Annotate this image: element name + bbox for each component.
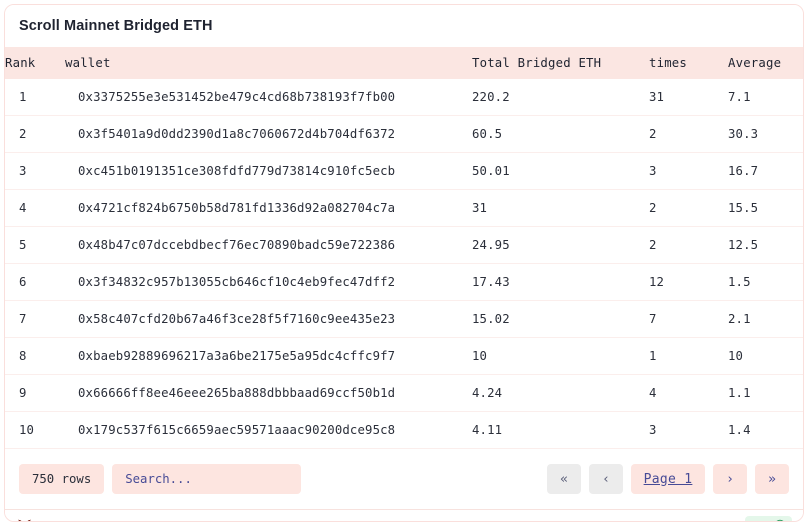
cell-rank: 2 (5, 116, 65, 153)
status-badge: 15h (745, 516, 792, 522)
table-row[interactable]: 70x58c407cfd20b67a46f3ce28f5f7160c9ee435… (5, 301, 803, 338)
time-label: 15h (751, 521, 770, 523)
cell-wallet: 0x179c537f615c6659aec59571aaac90200dce95… (65, 412, 472, 449)
previous-page-button[interactable]: ‹ (589, 464, 623, 494)
table-header-row: Rank wallet Total Bridged ETH times Aver… (5, 47, 803, 79)
cell-total-bridged-eth: 4.24 (472, 375, 649, 412)
table-row[interactable]: 30xc451b0191351ce308fdfd779d73814c910fc5… (5, 153, 803, 190)
cell-average: 7.1 (728, 79, 803, 116)
cell-average: 12.5 (728, 227, 803, 264)
cell-wallet: 0x58c407cfd20b67a46f3ce28f5f7160c9ee435e… (65, 301, 472, 338)
cell-average: 16.7 (728, 153, 803, 190)
cell-wallet: 0xc451b0191351ce308fdfd779d73814c910fc5e… (65, 153, 472, 190)
cell-wallet: 0x66666ff8ee46eee265ba888dbbbaad69ccf50b… (65, 375, 472, 412)
cell-times: 12 (649, 264, 728, 301)
current-page-button[interactable]: Page 1 (631, 464, 705, 494)
cell-rank: 9 (5, 375, 65, 412)
cell-total-bridged-eth: 24.95 (472, 227, 649, 264)
table-container: Rank wallet Total Bridged ETH times Aver… (5, 47, 803, 449)
page-title: Scroll Mainnet Bridged ETH (19, 18, 213, 34)
column-header-total-bridged-eth[interactable]: Total Bridged ETH (472, 47, 649, 79)
table-header: Rank wallet Total Bridged ETH times Aver… (5, 47, 803, 79)
table-row[interactable]: 100x179c537f615c6659aec59571aaac90200dce… (5, 412, 803, 449)
cell-times: 1 (649, 338, 728, 375)
column-header-rank[interactable]: Rank (5, 47, 65, 79)
column-header-wallet[interactable]: wallet (65, 47, 472, 79)
cell-times: 7 (649, 301, 728, 338)
cell-times: 3 (649, 153, 728, 190)
cell-average: 1.4 (728, 412, 803, 449)
table-row[interactable]: 20x3f5401a9d0dd2390d1a8c7060672d4b704df6… (5, 116, 803, 153)
cell-wallet: 0x4721cf824b6750b58d781fd1336d92a082704c… (65, 190, 472, 227)
table-row[interactable]: 10x3375255e3e531452be479c4cd68b738193f7f… (5, 79, 803, 116)
table-row[interactable]: 60x3f34832c957b13055cb646cf10c4eb9fec47d… (5, 264, 803, 301)
cell-wallet: 0xbaeb92889696217a3a6be2175e5a95dc4cffc9… (65, 338, 472, 375)
cell-wallet: 0x3f5401a9d0dd2390d1a8c7060672d4b704df63… (65, 116, 472, 153)
table-row[interactable]: 50x48b47c07dccebdbecf76ec70890badc59e722… (5, 227, 803, 264)
card-footer: @angry 15h (5, 509, 803, 522)
cell-wallet: 0x3f34832c957b13055cb646cf10c4eb9fec47df… (65, 264, 472, 301)
table-body: 10x3375255e3e531452be479c4cd68b738193f7f… (5, 79, 803, 449)
cell-wallet: 0x48b47c07dccebdbecf76ec70890badc59e7223… (65, 227, 472, 264)
pagination-bar: 750 rows « ‹ Page 1 › » (5, 449, 803, 509)
cell-times: 2 (649, 190, 728, 227)
table-row[interactable]: 90x66666ff8ee46eee265ba888dbbbaad69ccf50… (5, 375, 803, 412)
cell-rank: 7 (5, 301, 65, 338)
cell-average: 1.1 (728, 375, 803, 412)
cell-times: 2 (649, 116, 728, 153)
leaderboard-table: Rank wallet Total Bridged ETH times Aver… (5, 47, 803, 449)
check-circle-icon (774, 519, 786, 522)
author-handle: @angry (40, 520, 84, 523)
cell-rank: 10 (5, 412, 65, 449)
row-count-label: 750 rows (19, 464, 104, 494)
column-header-times[interactable]: times (649, 47, 728, 79)
cell-rank: 4 (5, 190, 65, 227)
cell-times: 4 (649, 375, 728, 412)
cell-total-bridged-eth: 50.01 (472, 153, 649, 190)
cell-total-bridged-eth: 15.02 (472, 301, 649, 338)
cell-times: 3 (649, 412, 728, 449)
cell-total-bridged-eth: 17.43 (472, 264, 649, 301)
card-title-bar: Scroll Mainnet Bridged ETH (5, 5, 803, 47)
cell-wallet: 0x3375255e3e531452be479c4cd68b738193f7fb… (65, 79, 472, 116)
table-row[interactable]: 80xbaeb92889696217a3a6be2175e5a95dc4cffc… (5, 338, 803, 375)
cell-average: 10 (728, 338, 803, 375)
first-page-button[interactable]: « (547, 464, 581, 494)
search-input[interactable] (112, 464, 301, 494)
cell-average: 30.3 (728, 116, 803, 153)
cell-times: 2 (649, 227, 728, 264)
cell-rank: 8 (5, 338, 65, 375)
table-row[interactable]: 40x4721cf824b6750b58d781fd1336d92a082704… (5, 190, 803, 227)
cell-total-bridged-eth: 60.5 (472, 116, 649, 153)
cell-rank: 5 (5, 227, 65, 264)
cell-rank: 1 (5, 79, 65, 116)
last-page-button[interactable]: » (755, 464, 789, 494)
cell-average: 15.5 (728, 190, 803, 227)
cell-rank: 6 (5, 264, 65, 301)
cell-total-bridged-eth: 10 (472, 338, 649, 375)
dashboard-card: Scroll Mainnet Bridged ETH Rank wallet T… (4, 4, 804, 522)
cell-total-bridged-eth: 4.11 (472, 412, 649, 449)
cell-rank: 3 (5, 153, 65, 190)
cell-total-bridged-eth: 220.2 (472, 79, 649, 116)
cell-average: 2.1 (728, 301, 803, 338)
cell-times: 31 (649, 79, 728, 116)
cell-total-bridged-eth: 31 (472, 190, 649, 227)
column-header-average[interactable]: Average (728, 47, 803, 79)
author-block[interactable]: @angry (16, 518, 84, 522)
next-page-button[interactable]: › (713, 464, 747, 494)
cell-average: 1.5 (728, 264, 803, 301)
angry-bird-avatar-icon (16, 518, 33, 522)
